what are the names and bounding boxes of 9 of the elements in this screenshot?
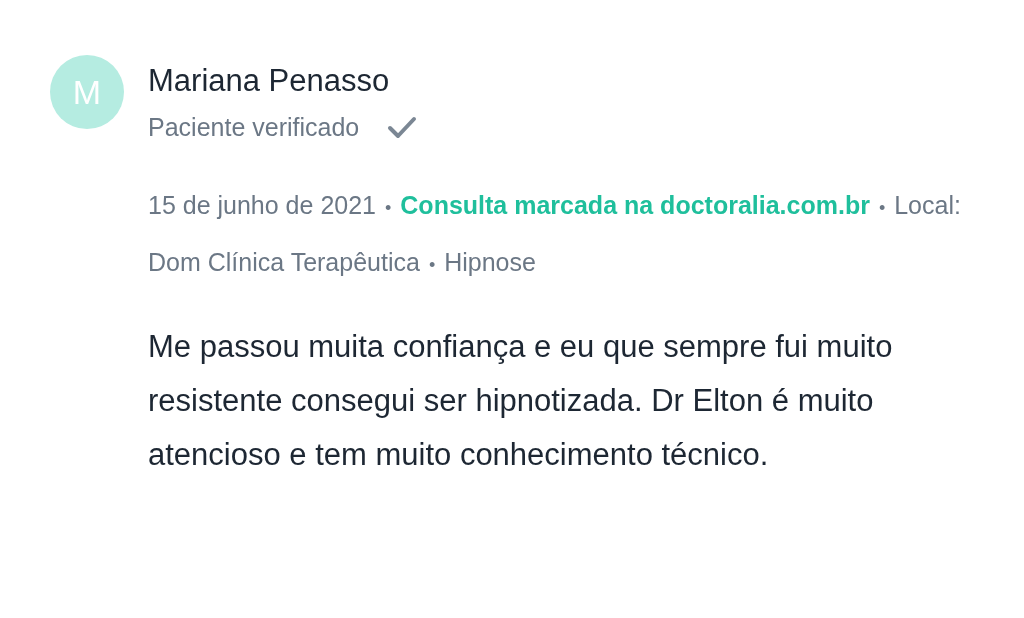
separator-dot: • [878,198,886,218]
separator-dot: • [428,255,436,275]
separator-dot: • [385,198,392,218]
reviewer-name: Mariana Penasso [148,62,391,100]
verified-label: Paciente verificado [148,113,360,142]
review-meta: 15 de junho de 2021 • Consulta marcada na doctoralia.com.br • Local: Dom Clínica Terapêutica • Hipnose [148,190,962,278]
booking-link[interactable]: Consulta marcada na doctoralia.com.br [400,191,870,219]
review-text: Me passou muita confiança e eu que sempre fui muito resistente consegui ser hipnotizada. Dr Elton é muito atencioso e tem muito conhecimento técnico. [148,328,894,474]
avatar: M [50,55,124,129]
